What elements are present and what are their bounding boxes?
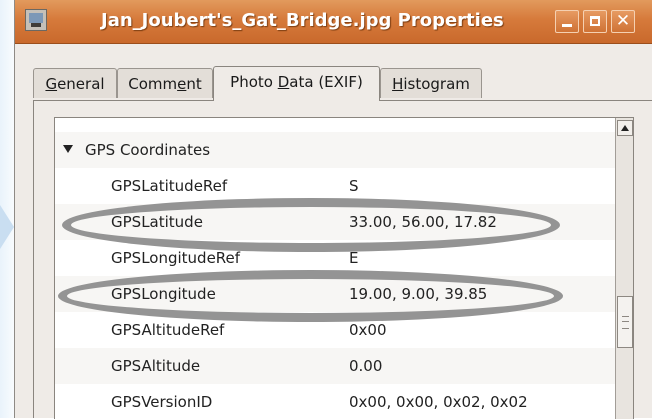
- tab-comment[interactable]: Comment: [117, 68, 213, 98]
- image-properties-icon[interactable]: [25, 9, 47, 31]
- maximize-icon: [590, 16, 600, 26]
- properties-dialog: Jan_Joubert's_Gat_Bridge.jpg Properties …: [14, 0, 652, 419]
- scrollbar-thumb[interactable]: [617, 296, 633, 348]
- tree-row-gpsaltitude[interactable]: GPSAltitude 0.00: [55, 348, 615, 384]
- exif-tree-view[interactable]: GainControl Normal GPS Coordinates GPSLa…: [54, 117, 634, 419]
- tree-row-gpslongitude[interactable]: GPSLongitude 19.00, 9.00, 39.85: [55, 276, 615, 312]
- tab-photo-data-exif[interactable]: Photo Data (EXIF): [213, 66, 380, 101]
- tab-panel: GainControl Normal GPS Coordinates GPSLa…: [33, 100, 652, 419]
- tree-row-gpslatitude[interactable]: GPSLatitude 33.00, 56.00, 17.82: [55, 204, 615, 240]
- minimize-icon: [562, 24, 572, 27]
- tree-row-gpslongituderef[interactable]: GPSLongitudeRef E: [55, 240, 615, 276]
- tab-histogram[interactable]: Histogram: [380, 68, 482, 98]
- tab-general[interactable]: General: [33, 68, 117, 98]
- tree-row-gpsaltituderef[interactable]: GPSAltitudeRef 0x00: [55, 312, 615, 348]
- window-title: Jan_Joubert's_Gat_Bridge.jpg Properties: [101, 10, 504, 31]
- arrow-hint-shape: [0, 205, 14, 249]
- expander-triangle-icon[interactable]: [63, 145, 73, 153]
- tree-row-gaincontrol[interactable]: GainControl Normal: [55, 118, 615, 130]
- tree-row-gpslatituderef[interactable]: GPSLatitudeRef S: [55, 168, 615, 204]
- scroll-up-arrow-icon[interactable]: [617, 120, 633, 136]
- vertical-scrollbar[interactable]: [615, 118, 633, 419]
- close-icon: ✕: [615, 11, 631, 31]
- close-button[interactable]: ✕: [611, 10, 635, 33]
- minimize-button[interactable]: [555, 10, 579, 33]
- maximize-button[interactable]: [583, 10, 607, 33]
- tree-row-gpsversionid[interactable]: GPSVersionID 0x00, 0x00, 0x02, 0x02: [55, 384, 615, 419]
- title-bar[interactable]: Jan_Joubert's_Gat_Bridge.jpg Properties …: [15, 0, 652, 44]
- tree-group-gps-coordinates[interactable]: GPS Coordinates: [55, 132, 615, 168]
